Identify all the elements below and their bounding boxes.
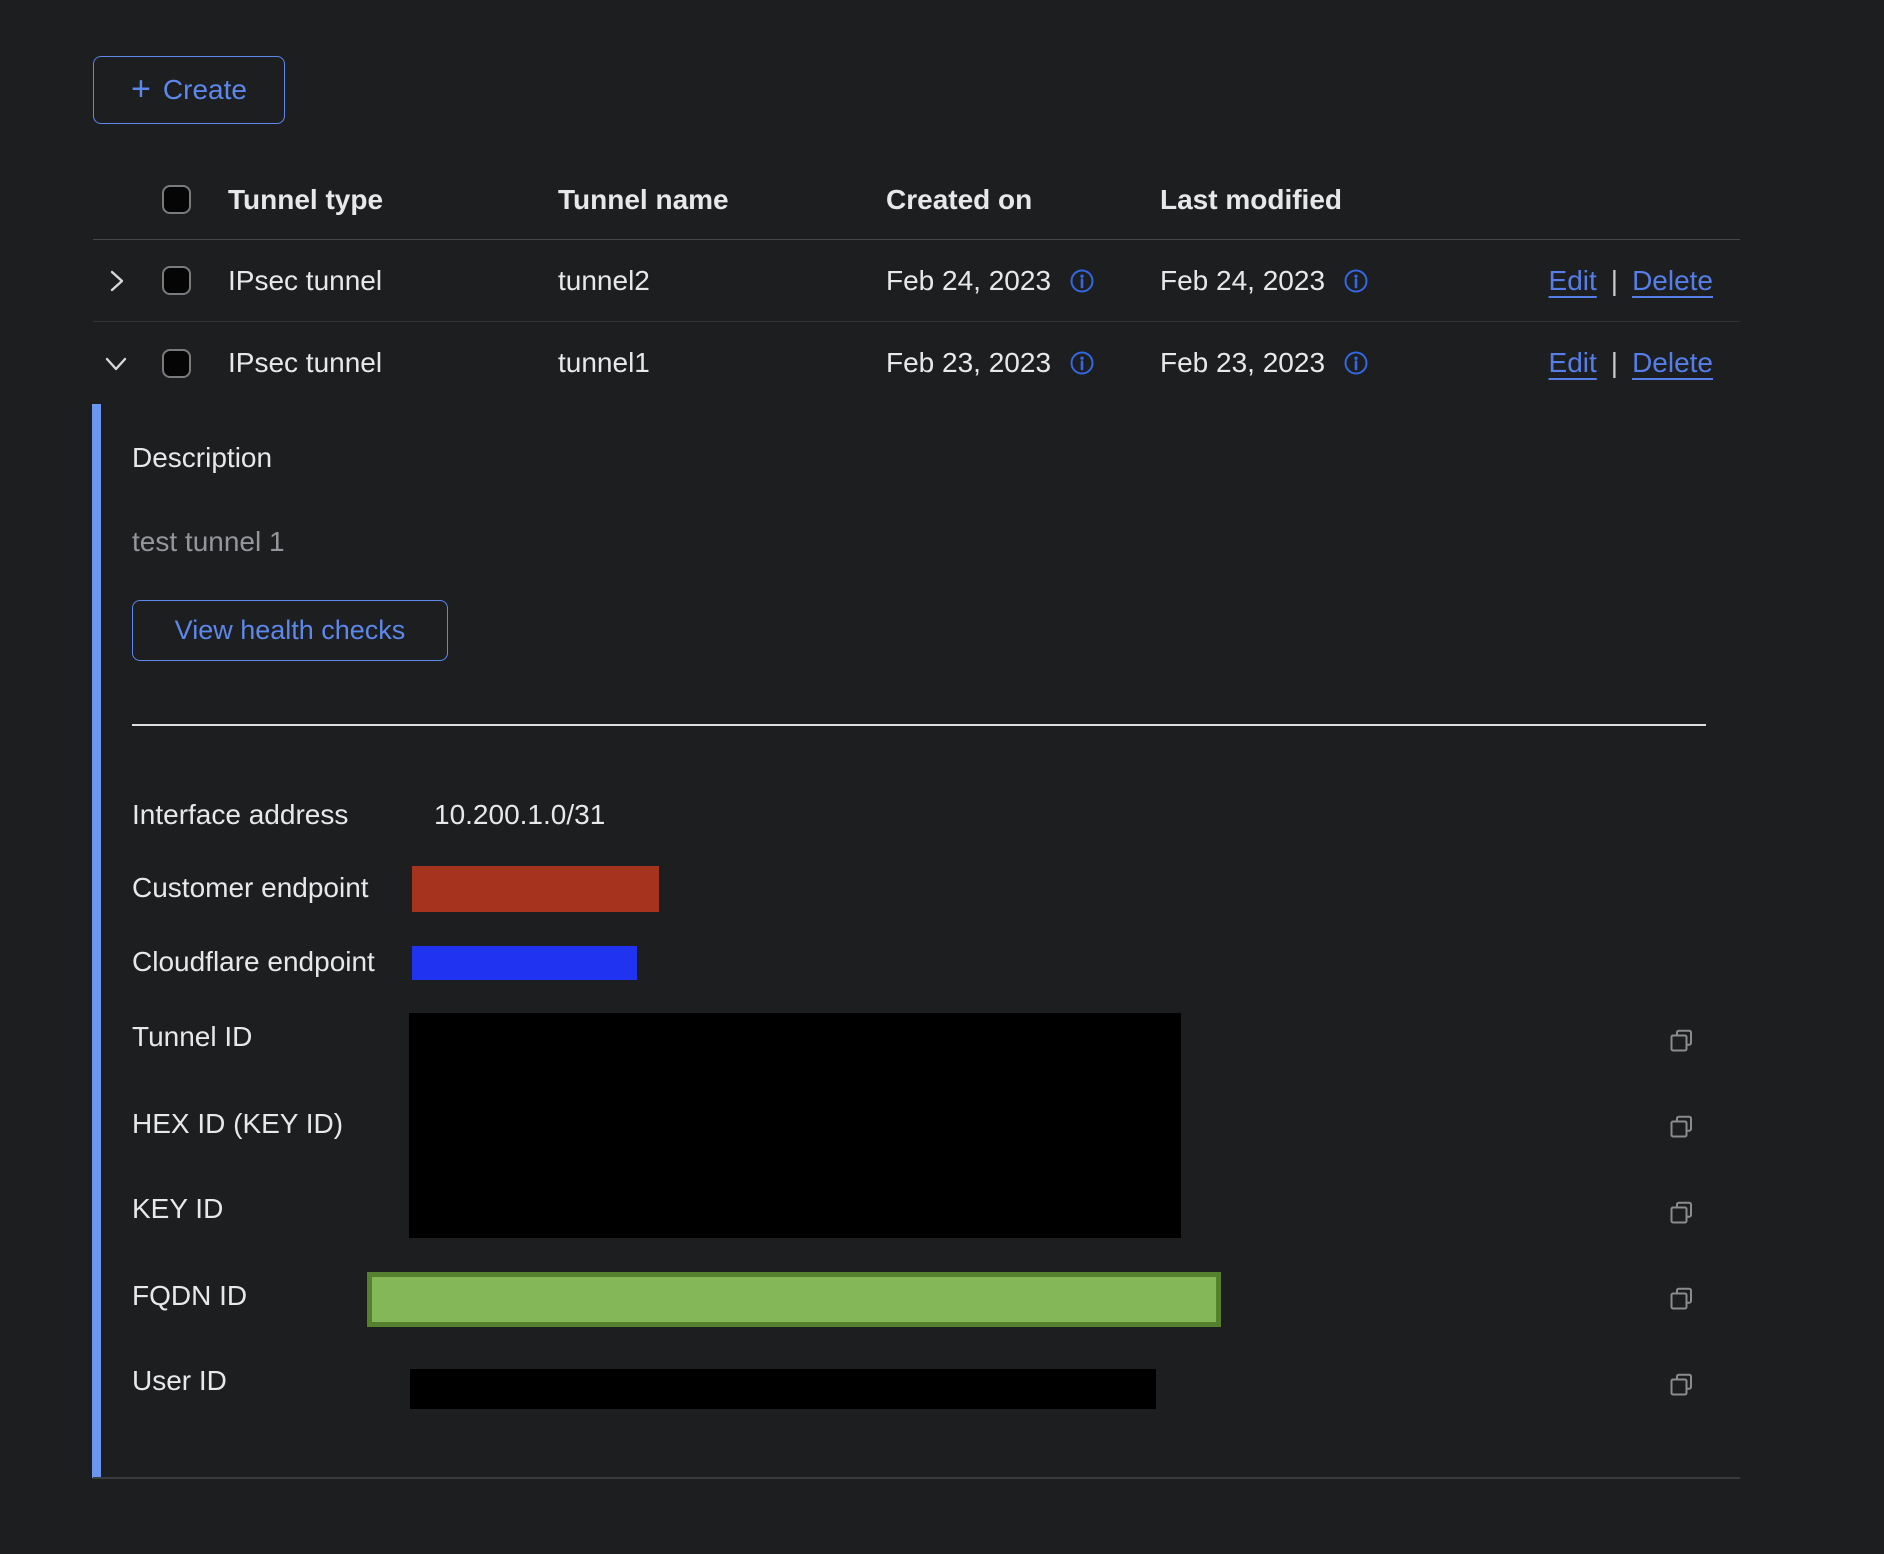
collapse-row-button[interactable]	[93, 350, 138, 376]
view-health-checks-button[interactable]: View health checks	[132, 600, 448, 661]
header-last-modified: Last modified	[1160, 184, 1540, 216]
cloudflare-endpoint-redacted-value	[412, 946, 637, 980]
delete-link[interactable]: Delete	[1632, 265, 1713, 297]
copy-fqdn-id-button[interactable]	[1668, 1285, 1695, 1312]
copy-user-id-button[interactable]	[1668, 1371, 1695, 1398]
header-created-on: Created on	[886, 184, 1160, 216]
created-on-cell: Feb 24, 2023	[886, 265, 1051, 297]
copy-tunnel-id-button[interactable]	[1668, 1027, 1695, 1054]
edit-link[interactable]: Edit	[1549, 347, 1597, 379]
table-row: IPsec tunnel tunnel2 Feb 24, 2023 Feb 24…	[93, 240, 1740, 322]
copy-icon	[1668, 1027, 1695, 1054]
user-id-redacted-value	[410, 1369, 1156, 1409]
fqdn-id-label: FQDN ID	[132, 1280, 247, 1312]
header-tunnel-type: Tunnel type	[228, 184, 558, 216]
table-header-row: Tunnel type Tunnel name Created on Last …	[93, 160, 1740, 240]
select-all-checkbox[interactable]	[162, 185, 191, 214]
info-icon[interactable]	[1069, 268, 1095, 294]
copy-key-id-button[interactable]	[1668, 1199, 1695, 1226]
header-tunnel-name: Tunnel name	[558, 184, 886, 216]
last-modified-cell: Feb 24, 2023	[1160, 265, 1325, 297]
customer-endpoint-label: Customer endpoint	[132, 872, 369, 904]
hex-id-label: HEX ID (KEY ID)	[132, 1108, 343, 1140]
description-label: Description	[132, 442, 272, 474]
interface-address-label: Interface address	[132, 799, 348, 831]
expanded-row-accent-bar	[92, 404, 101, 1478]
interface-address-value: 10.200.1.0/31	[434, 799, 605, 831]
copy-hex-id-button[interactable]	[1668, 1113, 1695, 1140]
row-checkbox[interactable]	[162, 349, 191, 378]
copy-icon	[1668, 1285, 1695, 1312]
copy-icon	[1668, 1371, 1695, 1398]
tunnel-type-cell: IPsec tunnel	[228, 265, 558, 297]
table-row: IPsec tunnel tunnel1 Feb 23, 2023 Feb 23…	[93, 322, 1740, 404]
ids-redacted-value	[409, 1013, 1181, 1238]
info-icon[interactable]	[1343, 268, 1369, 294]
tunnel-id-label: Tunnel ID	[132, 1021, 252, 1053]
section-divider	[132, 724, 1706, 726]
delete-link[interactable]: Delete	[1632, 347, 1713, 379]
cloudflare-endpoint-label: Cloudflare endpoint	[132, 946, 375, 978]
row-bottom-divider	[93, 1477, 1740, 1479]
edit-link[interactable]: Edit	[1549, 265, 1597, 297]
tunnel-name-cell: tunnel2	[558, 265, 886, 297]
create-button[interactable]: + Create	[93, 56, 285, 124]
plus-icon: +	[131, 72, 151, 106]
expand-row-button[interactable]	[93, 268, 138, 294]
copy-icon	[1668, 1199, 1695, 1226]
copy-icon	[1668, 1113, 1695, 1140]
info-icon[interactable]	[1069, 350, 1095, 376]
tunnel-type-cell: IPsec tunnel	[228, 347, 558, 379]
key-id-label: KEY ID	[132, 1193, 223, 1225]
last-modified-cell: Feb 23, 2023	[1160, 347, 1325, 379]
chevron-right-icon	[103, 268, 129, 294]
created-on-cell: Feb 23, 2023	[886, 347, 1051, 379]
fqdn-id-redacted-value	[367, 1272, 1221, 1327]
chevron-down-icon	[103, 350, 129, 376]
customer-endpoint-redacted-value	[412, 866, 659, 912]
tunnels-table: Tunnel type Tunnel name Created on Last …	[93, 160, 1740, 404]
tunnel-name-cell: tunnel1	[558, 347, 886, 379]
actions-separator: |	[1611, 347, 1618, 379]
create-button-label: Create	[163, 74, 247, 106]
row-checkbox[interactable]	[162, 266, 191, 295]
actions-separator: |	[1611, 265, 1618, 297]
user-id-label: User ID	[132, 1365, 227, 1397]
description-value: test tunnel 1	[132, 526, 285, 558]
info-icon[interactable]	[1343, 350, 1369, 376]
